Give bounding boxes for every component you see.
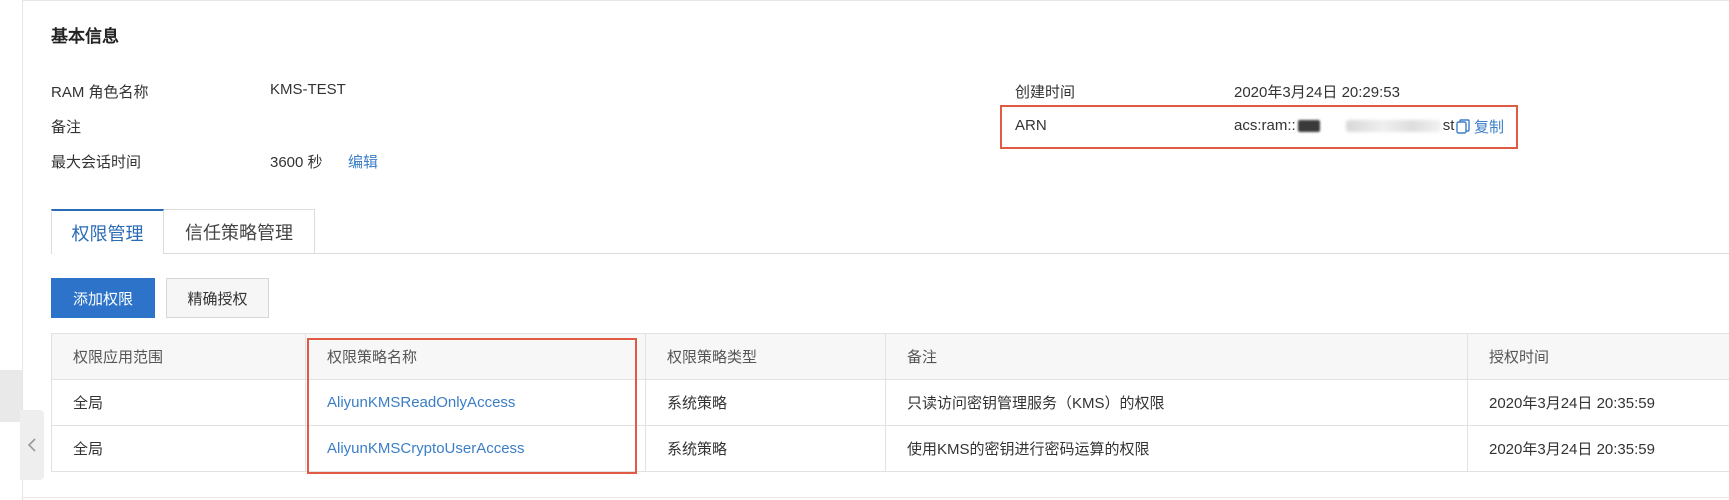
section-title: 基本信息 bbox=[51, 27, 119, 46]
frame-bottom-border bbox=[22, 497, 1729, 498]
cell-policy-type: 系统策略 bbox=[646, 426, 886, 471]
table-row: 全局 AliyunKMSCryptoUserAccess 系统策略 使用KMS的… bbox=[52, 426, 1729, 472]
max-session-label: 最大会话时间 bbox=[51, 154, 142, 171]
role-name-label: RAM 角色名称 bbox=[51, 84, 149, 101]
precise-authorization-button[interactable]: 精确授权 bbox=[166, 278, 269, 318]
remark-label: 备注 bbox=[51, 119, 82, 136]
cell-policy-type: 系统策略 bbox=[646, 380, 886, 425]
arn-prefix: acs:ram:: bbox=[1234, 117, 1296, 134]
chevron-left-icon bbox=[27, 438, 36, 452]
header-policy-type: 权限策略类型 bbox=[646, 334, 886, 379]
header-remark: 备注 bbox=[886, 334, 1468, 379]
role-detail-page: 基本信息 RAM 角色名称 KMS-TEST 备注 最大会话时间 3600 秒 … bbox=[0, 0, 1729, 500]
cell-remark: 使用KMS的密钥进行密码运算的权限 bbox=[886, 426, 1468, 471]
add-permission-button[interactable]: 添加权限 bbox=[51, 278, 155, 318]
permission-table: 权限应用范围 权限策略名称 权限策略类型 备注 授权时间 全局 AliyunKM… bbox=[51, 333, 1729, 472]
frame-top-border bbox=[22, 0, 1729, 1]
tab-permission-management[interactable]: 权限管理 bbox=[51, 209, 164, 254]
cell-auth-time: 2020年3月24日 20:35:59 bbox=[1489, 441, 1655, 458]
arn-suffix: st bbox=[1442, 117, 1455, 134]
role-name-value: KMS-TEST bbox=[270, 81, 346, 98]
created-time-value: 2020年3月24日 20:29:53 bbox=[1234, 84, 1400, 101]
table-row: 全局 AliyunKMSReadOnlyAccess 系统策略 只读访问密钥管理… bbox=[52, 380, 1729, 426]
cell-remark: 只读访问密钥管理服务（KMS）的权限 bbox=[886, 380, 1468, 425]
edit-max-session-link[interactable]: 编辑 bbox=[348, 151, 378, 172]
header-scope: 权限应用范围 bbox=[52, 334, 306, 379]
cell-auth-time: 2020年3月24日 20:35:59 bbox=[1489, 395, 1655, 412]
cell-policy-name: AliyunKMSReadOnlyAccess bbox=[306, 380, 646, 425]
redacted-account-id bbox=[1297, 119, 1320, 132]
cell-scope: 全局 bbox=[52, 426, 306, 471]
copy-arn-button[interactable]: 复制 bbox=[1456, 116, 1504, 137]
tab-trust-policy-management[interactable]: 信任策略管理 bbox=[164, 209, 315, 253]
gutter-band bbox=[0, 370, 22, 422]
cell-policy-name: AliyunKMSCryptoUserAccess bbox=[306, 426, 646, 471]
header-policy-name: 权限策略名称 bbox=[306, 334, 646, 379]
tabs-divider bbox=[51, 253, 1729, 254]
policy-name-link[interactable]: AliyunKMSReadOnlyAccess bbox=[327, 394, 515, 411]
max-session-value: 3600 秒 bbox=[270, 154, 323, 171]
arn-value: acs:ram:: st bbox=[1234, 117, 1454, 134]
redacted-role-path bbox=[1345, 119, 1441, 132]
copy-label: 复制 bbox=[1474, 119, 1505, 136]
cell-scope: 全局 bbox=[52, 380, 306, 425]
header-auth-time: 授权时间 bbox=[1489, 349, 1550, 366]
copy-icon bbox=[1456, 119, 1470, 134]
table-header-row: 权限应用范围 权限策略名称 权限策略类型 备注 授权时间 bbox=[52, 334, 1729, 380]
arn-label: ARN bbox=[1015, 117, 1047, 134]
created-time-label: 创建时间 bbox=[1015, 84, 1076, 101]
collapse-sidebar-button[interactable] bbox=[20, 410, 44, 480]
policy-name-link[interactable]: AliyunKMSCryptoUserAccess bbox=[327, 440, 525, 457]
